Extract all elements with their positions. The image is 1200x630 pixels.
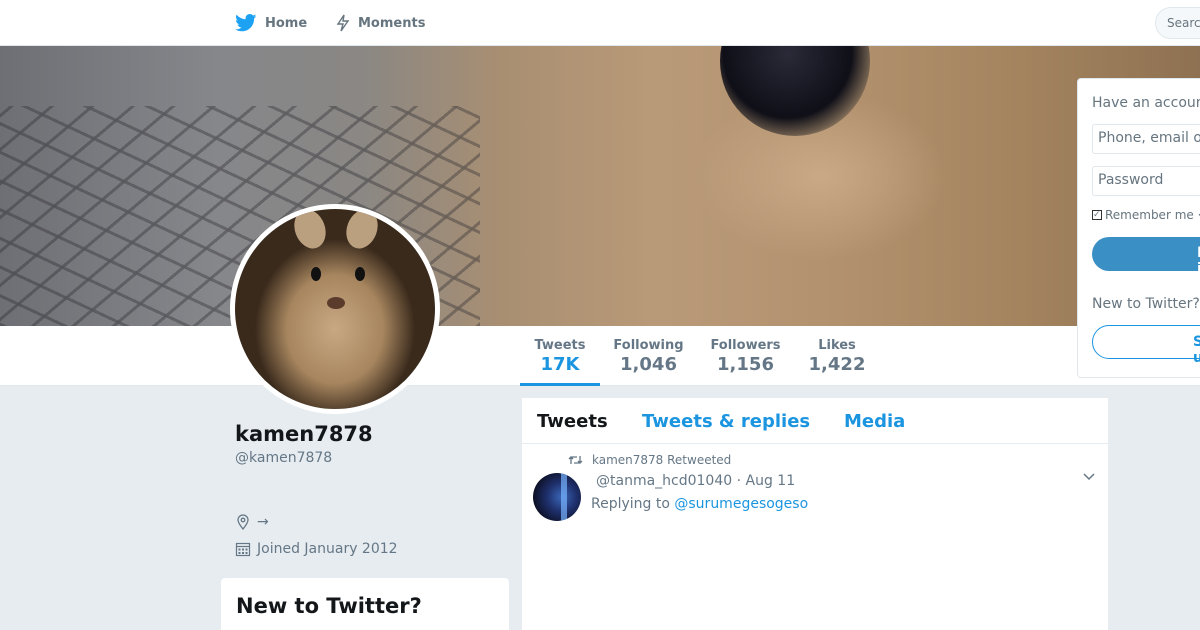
- password-field[interactable]: Password: [1092, 166, 1200, 196]
- avatar-rabbit-photo: [235, 209, 435, 409]
- tweet-author-meta[interactable]: @tanma_hcd01040 · Aug 11: [596, 473, 795, 489]
- stat-label: Likes: [818, 338, 856, 353]
- new-to-twitter-card: New to Twitter?: [221, 578, 509, 630]
- nav-home-link[interactable]: Home: [235, 0, 307, 46]
- retweet-icon: [568, 454, 583, 466]
- stat-value: 17K: [540, 354, 580, 375]
- avatar-light-beam: [561, 473, 567, 521]
- banner-rabbit-eye: [720, 46, 870, 136]
- chevron-down-icon[interactable]: [1082, 472, 1096, 482]
- timeline-tabs: Tweets Tweets & replies Media: [522, 398, 1108, 444]
- nav-moments-label: Moments: [358, 15, 426, 31]
- retweet-context: kamen7878 Retweeted: [568, 453, 731, 467]
- profile-joined: Joined January 2012: [235, 541, 398, 557]
- avatar-eye: [311, 267, 321, 281]
- stat-value: 1,422: [808, 354, 866, 375]
- new-to-twitter-title: New to Twitter?: [236, 594, 422, 618]
- twitter-bird-icon: [235, 14, 257, 32]
- stat-value: 1,156: [717, 354, 774, 375]
- replying-to-link[interactable]: @surumegesogeso: [674, 496, 808, 512]
- profile-name[interactable]: kamen7878: [235, 422, 373, 446]
- lightning-icon: [336, 14, 350, 32]
- nav-home-label: Home: [265, 15, 308, 31]
- tweet-item[interactable]: kamen7878 Retweeted @tanma_hcd01040 · Au…: [522, 444, 1108, 630]
- retweet-text: kamen7878 Retweeted: [592, 453, 732, 467]
- login-button[interactable]: Log in: [1092, 237, 1200, 277]
- profile-banner-image: [0, 46, 1200, 326]
- profile-stats-bar: Tweets 17K Following 1,046 Followers 1,1…: [0, 326, 1200, 386]
- avatar-ear: [289, 209, 331, 253]
- profile-joined-text: Joined January 2012: [257, 541, 398, 557]
- calendar-icon: [235, 541, 251, 557]
- top-navigation-bar: Home Moments Search: [0, 0, 1200, 46]
- stat-label: Followers: [710, 338, 781, 353]
- search-input[interactable]: Search: [1155, 7, 1200, 39]
- tab-tweets-and-replies[interactable]: Tweets & replies: [642, 411, 810, 432]
- stat-likes[interactable]: Likes 1,422: [800, 326, 874, 386]
- stat-value: 1,046: [620, 354, 677, 375]
- avatar-ear: [341, 209, 383, 253]
- location-pin-icon: [235, 514, 251, 530]
- signup-button[interactable]: Sign up: [1092, 325, 1200, 366]
- checkbox-icon[interactable]: ✓: [1092, 210, 1102, 220]
- avatar-eye: [355, 267, 365, 281]
- remember-me-checkbox[interactable]: ✓ Remember me · Forgot password?: [1092, 208, 1200, 222]
- new-to-twitter-text: New to Twitter?: [1092, 296, 1200, 312]
- login-panel: Have an account? Phone, email or usernam…: [1077, 78, 1200, 378]
- tweet-author-avatar[interactable]: [533, 473, 581, 521]
- profile-avatar[interactable]: [230, 204, 440, 414]
- stat-label: Following: [613, 338, 684, 353]
- remember-me-label: Remember me · Forgot password?: [1105, 208, 1200, 222]
- stat-tweets[interactable]: Tweets 17K: [520, 326, 600, 386]
- tweet-replying-to: Replying to @surumegesogeso: [591, 496, 808, 512]
- stat-following[interactable]: Following 1,046: [606, 326, 691, 386]
- have-account-text: Have an account?: [1092, 95, 1200, 111]
- username-field[interactable]: Phone, email or username: [1092, 124, 1200, 154]
- tab-tweets[interactable]: Tweets: [537, 411, 608, 432]
- stat-label: Tweets: [534, 338, 586, 353]
- timeline: Tweets Tweets & replies Media kamen7878 …: [521, 397, 1109, 630]
- profile-handle[interactable]: @kamen7878: [235, 450, 332, 466]
- replying-prefix: Replying to: [591, 496, 675, 512]
- tab-media[interactable]: Media: [844, 411, 905, 432]
- avatar-nose: [327, 297, 345, 309]
- profile-location: →: [235, 514, 269, 530]
- nav-moments-link[interactable]: Moments: [336, 0, 425, 46]
- profile-location-text: →: [257, 514, 269, 530]
- stat-followers[interactable]: Followers 1,156: [703, 326, 788, 386]
